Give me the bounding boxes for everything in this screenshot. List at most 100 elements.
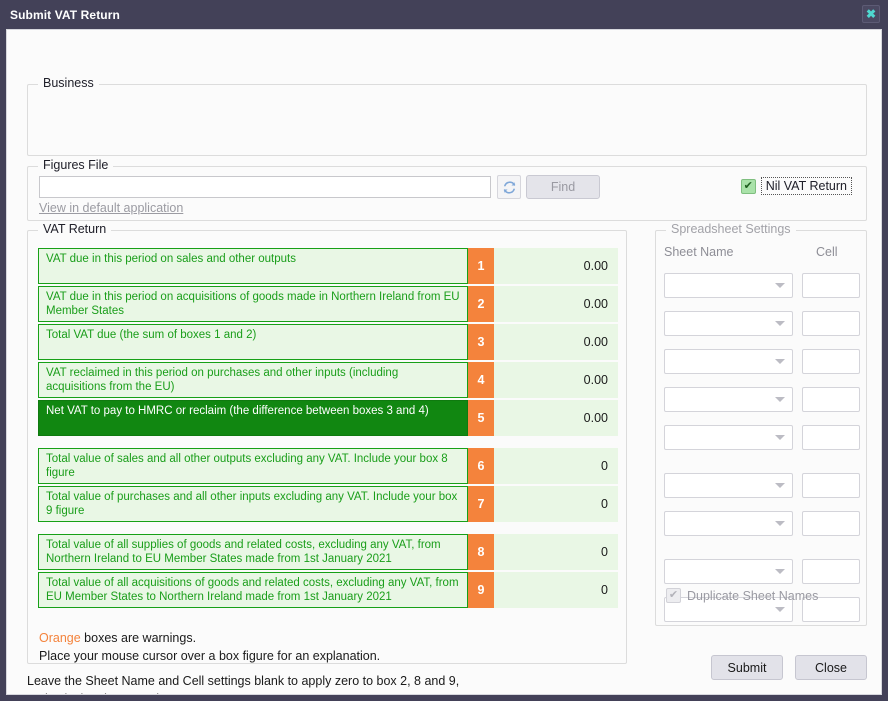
sheet-note-line1: Leave the Sheet Name and Cell settings b… (27, 674, 460, 688)
chevron-down-icon (775, 520, 785, 526)
view-in-default-application-link[interactable]: View in default application (39, 201, 183, 215)
vat-row-box-number: 1 (468, 248, 494, 284)
vat-row-description: Total value of all supplies of goods and… (38, 534, 468, 570)
chevron-down-icon (775, 320, 785, 326)
orange-warning-note: Orange boxes are warnings. Place your mo… (39, 629, 380, 665)
window-title: Submit VAT Return (10, 7, 120, 22)
spreadsheet-settings-legend: Spreadsheet Settings (666, 222, 796, 236)
figures-file-path-input[interactable] (39, 176, 491, 198)
vat-row-box-number: 7 (468, 486, 494, 522)
nil-vat-return-checkbox-box[interactable]: ✔ (740, 178, 756, 194)
vat-row-description: VAT due in this period on sales and othe… (38, 248, 468, 284)
spreadsheet-settings-row (664, 305, 860, 341)
sheet-name-select[interactable] (664, 424, 793, 450)
spreadsheet-settings-row (664, 267, 860, 303)
vat-row-box-number: 3 (468, 324, 494, 360)
chevron-down-icon (775, 606, 785, 612)
vat-row: VAT due in this period on sales and othe… (38, 248, 618, 284)
dialog-client-area: Business Figures File Find View in defau… (6, 29, 882, 695)
vat-row-value[interactable]: 0.00 (494, 400, 618, 436)
spreadsheet-settings-group: Spreadsheet Settings Sheet Name Cell ✔ D… (655, 222, 867, 629)
sheet-name-select[interactable] (664, 348, 793, 374)
vat-row: Total value of all acquisitions of goods… (38, 572, 618, 608)
business-legend: Business (38, 76, 99, 90)
spreadsheet-settings-row (664, 467, 860, 503)
vat-row-value[interactable]: 0 (494, 572, 618, 608)
vat-row-value[interactable]: 0.00 (494, 324, 618, 360)
vat-row: VAT reclaimed in this period on purchase… (38, 362, 618, 398)
nil-vat-return-checkbox[interactable]: ✔ Nil VAT Return (740, 177, 852, 195)
vat-row-value[interactable]: 0 (494, 448, 618, 484)
cell-input[interactable] (802, 348, 860, 374)
submit-vat-return-window: Submit VAT Return ✖ Business Figures Fil… (0, 0, 888, 701)
vat-row-value[interactable]: 0 (494, 486, 618, 522)
vat-return-group: VAT Return VAT due in this period on sal… (27, 222, 627, 665)
spreadsheet-settings-rows (664, 267, 860, 629)
sheet-name-header: Sheet Name (664, 245, 734, 259)
vat-row-description: Total value of purchases and all other i… (38, 486, 468, 522)
submit-button[interactable]: Submit (711, 655, 783, 680)
duplicate-sheet-names-label: Duplicate Sheet Names (687, 588, 819, 603)
close-button[interactable]: Close (795, 655, 867, 680)
duplicate-sheet-names-checkbox-box[interactable]: ✔ (666, 588, 681, 603)
vat-row-value[interactable]: 0.00 (494, 362, 618, 398)
sheet-note-line2: and calculate box 3 and 5. (27, 690, 587, 694)
orange-note-line2: Place your mouse cursor over a box figur… (39, 649, 381, 663)
vat-row-description: Net VAT to pay to HMRC or reclaim (the d… (38, 400, 468, 436)
duplicate-sheet-names-checkbox[interactable]: ✔ Duplicate Sheet Names (666, 588, 818, 603)
vat-row-description: Total VAT due (the sum of boxes 1 and 2) (38, 324, 468, 360)
chevron-down-icon (775, 358, 785, 364)
vat-row-description: Total value of sales and all other outpu… (38, 448, 468, 484)
cell-input[interactable] (802, 424, 860, 450)
cell-input[interactable] (802, 510, 860, 536)
sheet-settings-note: Leave the Sheet Name and Cell settings b… (27, 672, 587, 694)
vat-row-value[interactable]: 0.00 (494, 286, 618, 322)
business-group: Business (27, 76, 867, 156)
vat-row: Total value of all supplies of goods and… (38, 534, 618, 570)
sheet-name-select[interactable] (664, 386, 793, 412)
vat-row-box-number: 9 (468, 572, 494, 608)
dialog-button-bar: Submit Close (711, 655, 867, 680)
cell-input[interactable] (802, 272, 860, 298)
orange-word: Orange (39, 631, 81, 645)
cell-input[interactable] (802, 472, 860, 498)
chevron-down-icon (775, 434, 785, 440)
spreadsheet-settings-row (664, 419, 860, 455)
sheet-name-select[interactable] (664, 472, 793, 498)
sheet-name-select[interactable] (664, 558, 793, 584)
chevron-down-icon (775, 396, 785, 402)
spreadsheet-settings-row (664, 553, 860, 589)
cell-input[interactable] (802, 558, 860, 584)
vat-row-box-number: 5 (468, 400, 494, 436)
refresh-icon[interactable] (497, 175, 521, 199)
vat-row-box-number: 2 (468, 286, 494, 322)
vat-row-value[interactable]: 0.00 (494, 248, 618, 284)
chevron-down-icon (775, 282, 785, 288)
sheet-name-select[interactable] (664, 310, 793, 336)
vat-row-description: VAT due in this period on acquisitions o… (38, 286, 468, 322)
vat-row: Net VAT to pay to HMRC or reclaim (the d… (38, 400, 618, 436)
vat-return-rows: VAT due in this period on sales and othe… (38, 248, 618, 610)
close-icon[interactable]: ✖ (862, 5, 880, 23)
chevron-down-icon (775, 568, 785, 574)
vat-row: VAT due in this period on acquisitions o… (38, 286, 618, 322)
window-titlebar: Submit VAT Return ✖ (0, 0, 888, 29)
vat-row-box-number: 6 (468, 448, 494, 484)
cell-input[interactable] (802, 386, 860, 412)
spreadsheet-settings-row (664, 343, 860, 379)
vat-row-value[interactable]: 0 (494, 534, 618, 570)
spreadsheet-settings-row (664, 505, 860, 541)
vat-row-description: VAT reclaimed in this period on purchase… (38, 362, 468, 398)
cell-input[interactable] (802, 310, 860, 336)
figures-file-group: Figures File Find View in default applic… (27, 158, 867, 221)
vat-row-box-number: 4 (468, 362, 494, 398)
nil-vat-return-label: Nil VAT Return (760, 177, 852, 195)
find-button[interactable]: Find (526, 175, 600, 199)
sheet-name-select[interactable] (664, 510, 793, 536)
vat-row-description: Total value of all acquisitions of goods… (38, 572, 468, 608)
vat-return-legend: VAT Return (38, 222, 112, 236)
vat-row: Total value of sales and all other outpu… (38, 448, 618, 484)
check-icon: ✔ (668, 589, 679, 601)
sheet-name-select[interactable] (664, 272, 793, 298)
close-icon-glyph: ✖ (865, 7, 877, 21)
